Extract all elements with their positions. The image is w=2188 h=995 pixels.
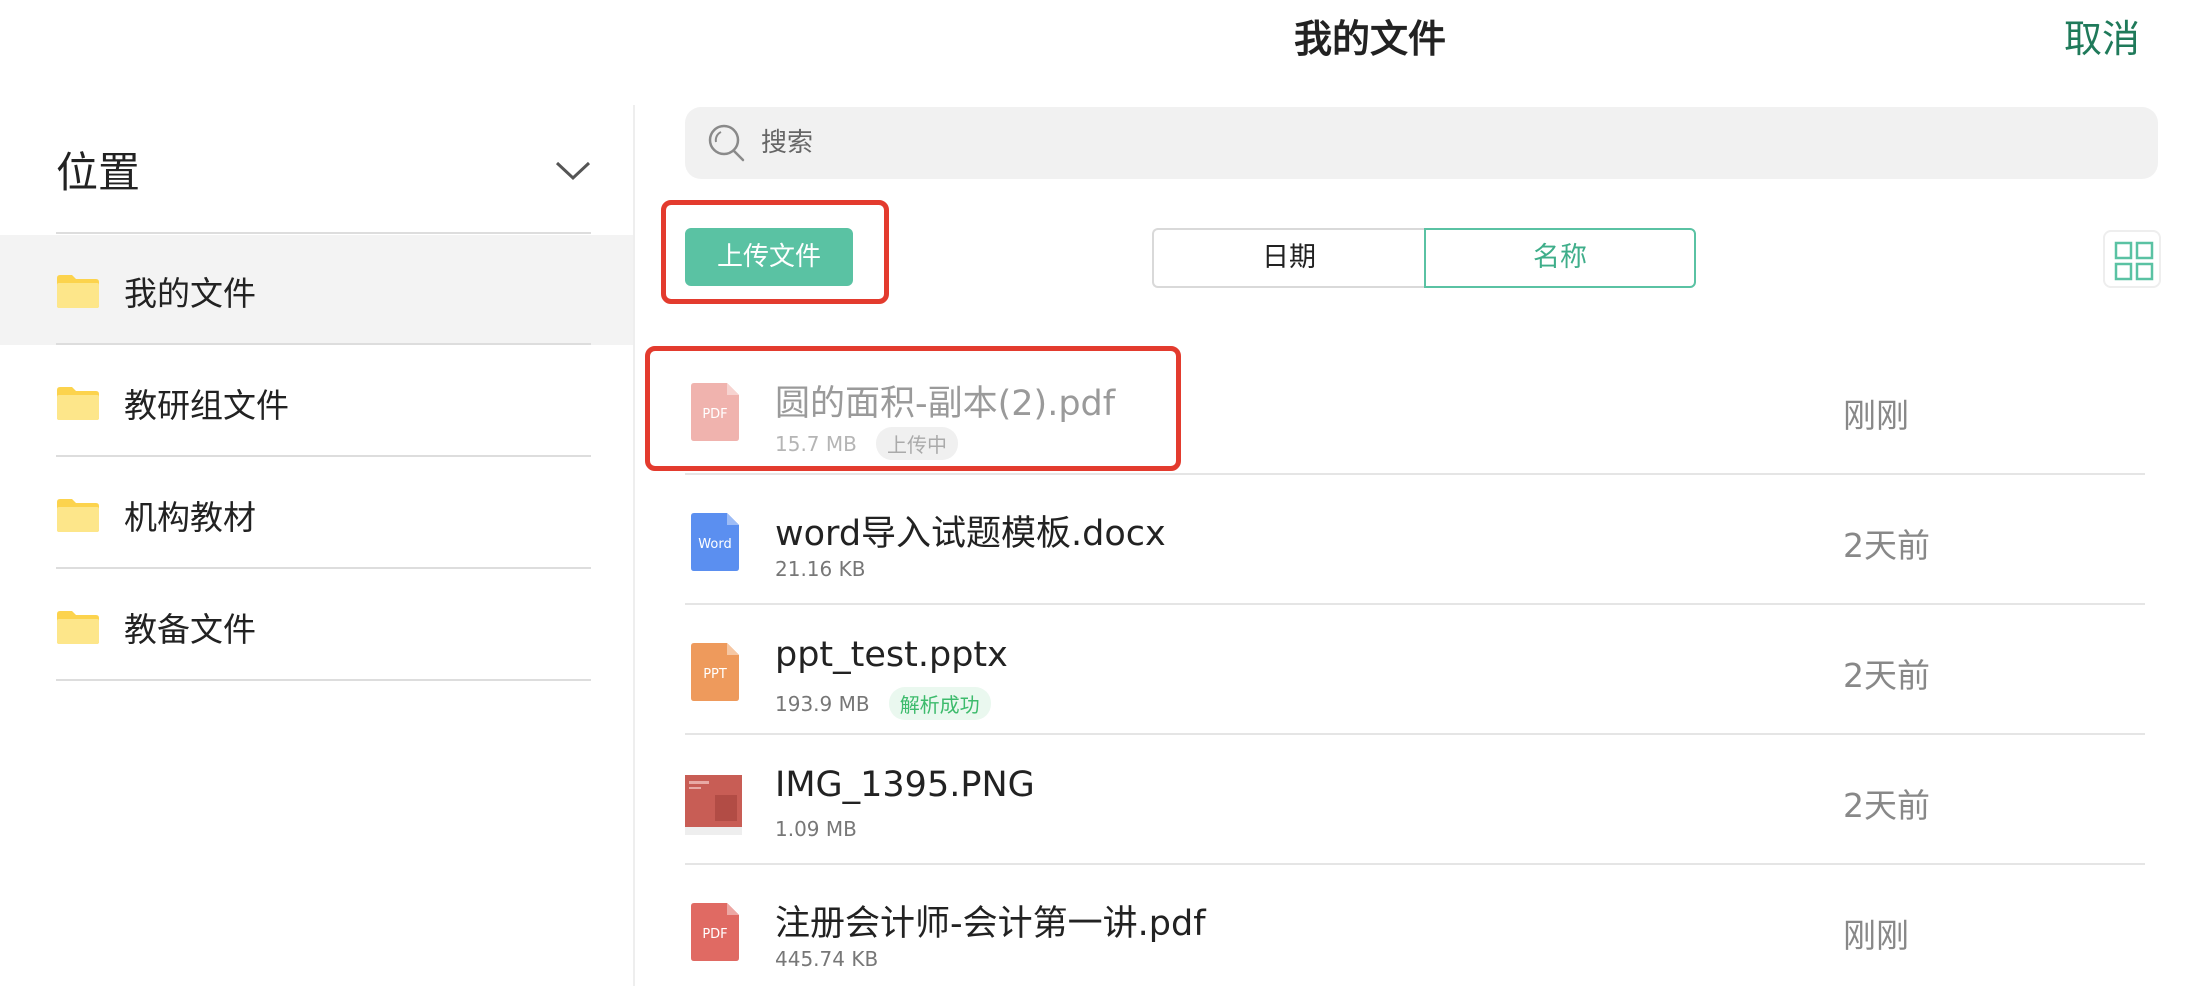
grid-view-icon	[2114, 241, 2154, 281]
location-title: 位置	[56, 148, 141, 197]
folder-icon	[57, 611, 99, 644]
grid-view-toggle[interactable]	[2103, 230, 2161, 288]
divider	[56, 567, 591, 569]
folder-icon	[57, 499, 99, 532]
sidebar-item-label: 我的文件	[124, 274, 256, 313]
file-row[interactable]: PDF 注册会计师-会计第一讲.pdf 445.74 KB 刚刚	[685, 865, 2145, 995]
sidebar-item-institution-materials[interactable]: 机构教材	[0, 459, 633, 569]
file-meta: 1.09 MB	[775, 817, 857, 849]
file-size: 1.09 MB	[775, 817, 857, 841]
file-time: 刚刚	[1843, 916, 1909, 955]
file-size: 193.9 MB	[775, 691, 870, 716]
uploading-file-highlight-box	[645, 346, 1181, 471]
file-row[interactable]: IMG_1395.PNG 1.09 MB 2天前	[685, 735, 2145, 865]
file-type-label: PPT	[703, 667, 727, 682]
file-meta: 193.9 MB 解析成功	[775, 687, 991, 720]
file-meta: 21.16 KB	[775, 557, 865, 589]
file-name: ppt_test.pptx	[775, 635, 1008, 675]
sidebar-divider	[633, 105, 635, 986]
file-row[interactable]: PPT ppt_test.pptx 193.9 MB 解析成功 2天前	[685, 605, 2145, 735]
folder-icon	[57, 275, 99, 308]
sort-by-date-tab[interactable]: 日期	[1152, 228, 1424, 288]
file-size: 21.16 KB	[775, 557, 866, 581]
upload-file-button[interactable]: 上传文件	[685, 228, 853, 286]
folder-icon	[57, 387, 99, 420]
file-time: 2天前	[1843, 656, 1930, 695]
file-size: 445.74 KB	[775, 947, 879, 971]
file-time: 2天前	[1843, 786, 1930, 825]
divider	[56, 232, 591, 234]
ppt-icon: PPT	[691, 643, 739, 701]
search-input[interactable]	[759, 119, 2119, 167]
file-name: IMG_1395.PNG	[775, 765, 1035, 805]
search-icon	[708, 124, 745, 162]
file-meta: 445.74 KB	[775, 947, 878, 979]
pdf-icon: PDF	[691, 903, 739, 961]
file-name: word导入试题模板.docx	[775, 514, 1166, 554]
location-header[interactable]: 位置	[56, 139, 591, 199]
file-type-label: PDF	[702, 927, 728, 942]
file-time: 刚刚	[1843, 396, 1909, 435]
divider	[56, 455, 591, 457]
file-time: 2天前	[1843, 526, 1930, 565]
sidebar-item-lesson-prep-files[interactable]: 教备文件	[0, 571, 633, 681]
cancel-button[interactable]: 取消	[2064, 8, 2140, 63]
divider	[56, 343, 591, 345]
search-bar[interactable]	[685, 107, 2158, 179]
chevron-down-icon	[555, 161, 591, 181]
header-bar: 我的文件 取消	[0, 0, 2188, 70]
sidebar-item-research-group-files[interactable]: 教研组文件	[0, 347, 633, 457]
sidebar-item-label: 教研组文件	[124, 386, 289, 425]
image-thumbnail	[685, 775, 742, 835]
sidebar-item-label: 机构教材	[124, 498, 256, 537]
sidebar-item-label: 教备文件	[124, 610, 256, 649]
word-icon: Word	[691, 513, 739, 571]
sidebar-item-my-files[interactable]: 我的文件	[0, 235, 633, 345]
file-name: 注册会计师-会计第一讲.pdf	[775, 904, 1206, 944]
sort-by-name-tab[interactable]: 名称	[1424, 228, 1696, 288]
file-type-label: Word	[698, 537, 732, 552]
status-badge: 解析成功	[888, 687, 991, 720]
divider	[56, 679, 591, 681]
page-title: 我的文件	[1293, 17, 1446, 61]
sidebar: 位置 我的文件 教研组文件 机构教材 教备文件	[0, 105, 633, 986]
file-row[interactable]: Word word导入试题模板.docx 21.16 KB 2天前	[685, 475, 2145, 605]
